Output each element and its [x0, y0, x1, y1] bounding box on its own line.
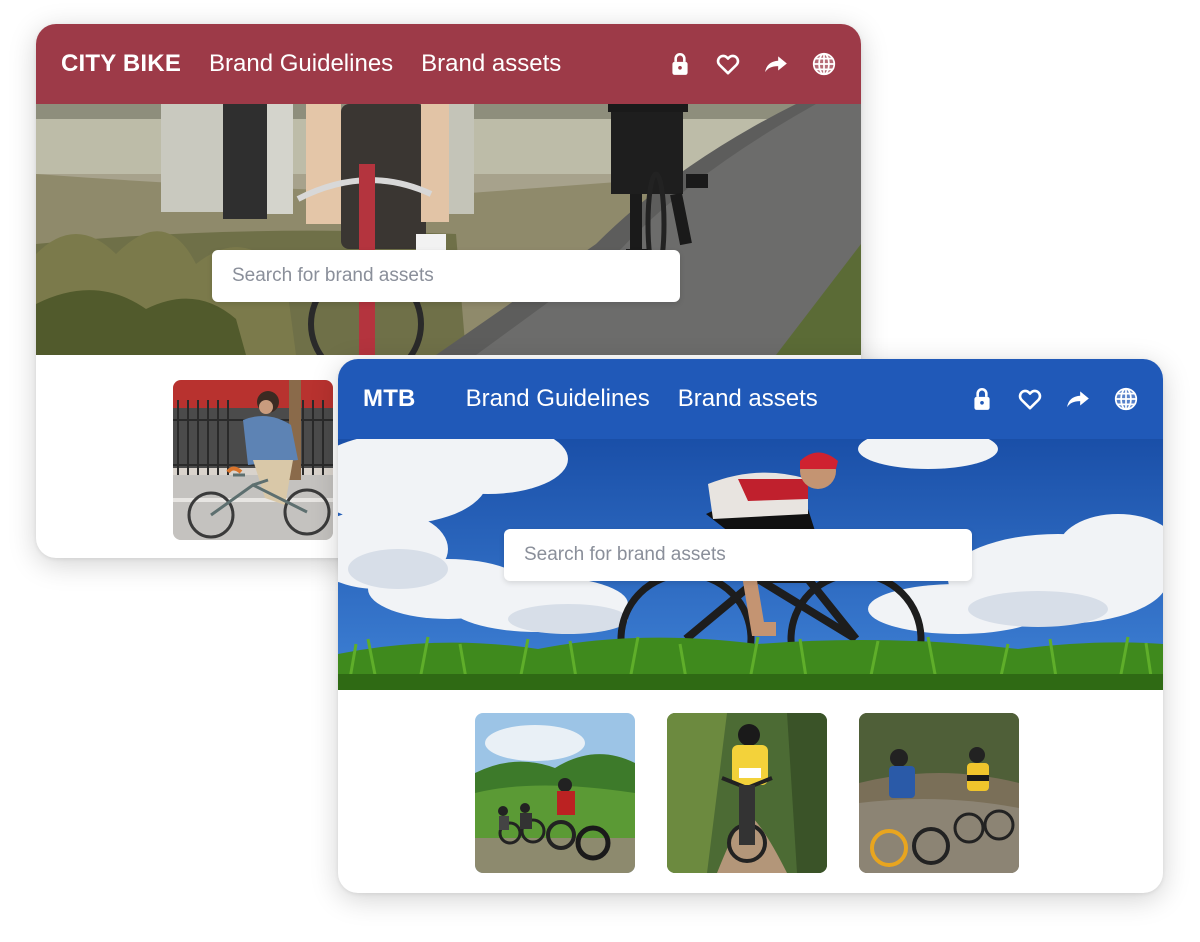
mtb-search-input[interactable]: [504, 529, 972, 581]
mtb-thumbnail-3[interactable]: [859, 713, 1019, 873]
mtb-thumbnail-2[interactable]: [667, 713, 827, 873]
heart-icon[interactable]: [715, 51, 741, 77]
city-nav-brand-assets[interactable]: Brand assets: [421, 50, 561, 78]
globe-icon[interactable]: [1113, 386, 1139, 412]
share-icon[interactable]: [1065, 386, 1091, 412]
city-thumbnail-1[interactable]: [173, 380, 333, 540]
share-icon[interactable]: [763, 51, 789, 77]
city-navbar: CITY BIKE Brand Guidelines Brand assets: [36, 24, 861, 104]
globe-icon[interactable]: [811, 51, 837, 77]
lock-icon[interactable]: [667, 51, 693, 77]
city-hero-image: [36, 104, 861, 355]
mtb-nav-brand-guidelines[interactable]: Brand Guidelines: [466, 385, 650, 413]
mtb-nav-brand-assets[interactable]: Brand assets: [678, 385, 818, 413]
mtb-thumbnail-1[interactable]: [475, 713, 635, 873]
mtb-navbar: MTB Brand Guidelines Brand assets: [338, 359, 1163, 439]
city-nav-brand-guidelines[interactable]: Brand Guidelines: [209, 50, 393, 78]
mtb-nav-icons: [969, 359, 1139, 439]
city-search-input[interactable]: [212, 250, 680, 302]
city-brand-logo[interactable]: CITY BIKE: [61, 50, 181, 78]
city-nav-icons: [667, 24, 837, 104]
mtb-brand-logo[interactable]: MTB: [363, 385, 416, 413]
heart-icon[interactable]: [1017, 386, 1043, 412]
lock-icon[interactable]: [969, 386, 995, 412]
mtb-hero-image: [338, 439, 1163, 690]
mtb-window: MTB Brand Guidelines Brand assets: [338, 359, 1163, 893]
